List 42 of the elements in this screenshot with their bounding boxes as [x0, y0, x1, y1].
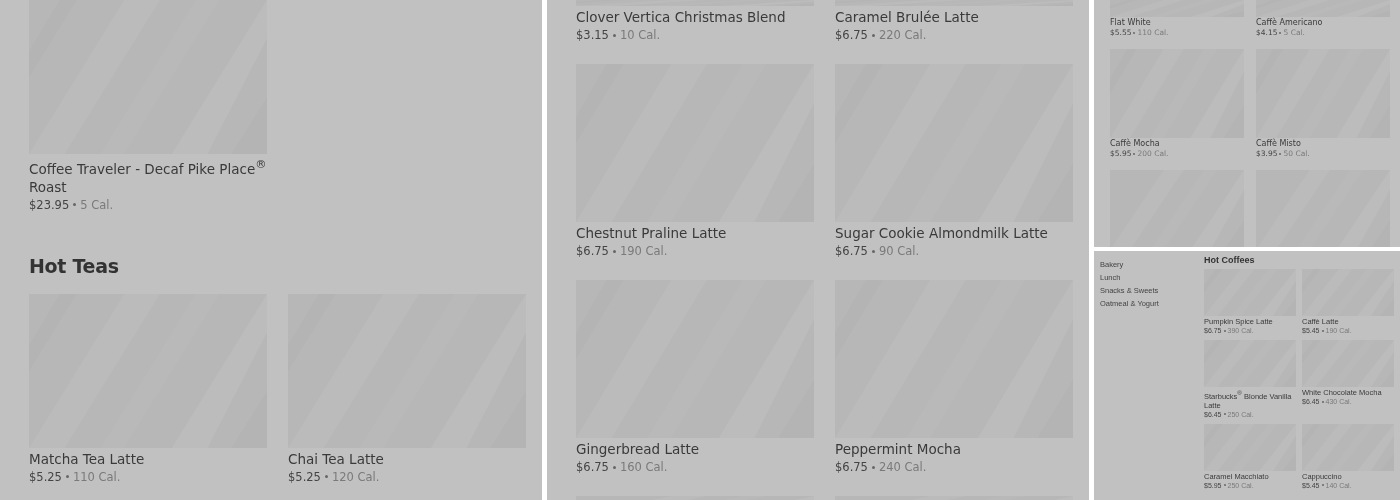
item-price: $6.75	[835, 459, 868, 476]
item-name[interactable]: Peppermint Mocha	[835, 440, 1073, 458]
item-name[interactable]: Chai Tea Latte	[288, 449, 526, 468]
item-name[interactable]: Caffè Misto	[1256, 138, 1390, 149]
item-calories: 240 Cal.	[878, 459, 927, 476]
item-price: $5.25	[288, 468, 321, 486]
item-name[interactable]: Clover Vertica Christmas Blend	[576, 8, 814, 26]
item-name[interactable]: Caffè Americano	[1256, 17, 1390, 28]
section-heading: Hot Coffees	[1204, 255, 1256, 266]
item-name[interactable]: Coffee Traveler - Decaf Pike Place$^{®}$ Roast	[29, 156, 267, 196]
separator-dot	[871, 249, 875, 253]
item-name[interactable]: Caramel Brulée Latte	[835, 8, 1073, 26]
item-calories: 120 Cal.	[331, 468, 380, 486]
separator-dot	[612, 33, 616, 37]
item-price: $6.75	[576, 459, 609, 476]
separator-dot	[65, 475, 69, 478]
item-name[interactable]: Gingerbread Latte	[576, 440, 814, 458]
item-price: $5.25	[29, 468, 62, 486]
separator-dot	[324, 475, 328, 478]
item-calories: 160 Cal.	[619, 459, 668, 476]
item-name[interactable]: Matcha Tea Latte	[29, 449, 267, 468]
separator-dot	[612, 465, 616, 469]
item-calories: 5 Cal.	[80, 196, 114, 214]
item-price: $6.75	[576, 243, 609, 260]
item-price: $6.75	[835, 243, 868, 260]
item-calories: 90 Cal.	[878, 243, 920, 260]
separator-dot	[612, 249, 616, 253]
item-price: $3.15	[576, 27, 609, 44]
item-calories: 190 Cal.	[619, 243, 668, 260]
separator-dot	[73, 203, 77, 206]
item-calories: 220 Cal.	[878, 27, 927, 44]
item-name[interactable]: Caffè Mocha	[1110, 138, 1244, 149]
item-name[interactable]: Flat White	[1110, 17, 1244, 28]
item-calories: 10 Cal.	[619, 27, 661, 44]
item-price: $23.95	[29, 196, 70, 214]
item-calories: 110 Cal.	[72, 468, 121, 486]
item-name[interactable]: Sugar Cookie Almondmilk Latte	[835, 224, 1073, 242]
section-heading: Hot Teas	[29, 254, 120, 277]
separator-dot	[871, 33, 875, 37]
item-price: $6.75	[835, 27, 868, 44]
item-name[interactable]: Chestnut Praline Latte	[576, 224, 814, 242]
separator-dot	[871, 465, 875, 469]
